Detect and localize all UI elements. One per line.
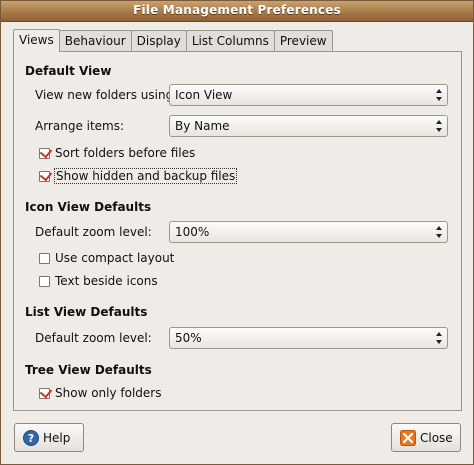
view-new-folders-select[interactable]: Icon View bbox=[169, 84, 448, 106]
window-title: File Management Preferences bbox=[133, 3, 341, 17]
close-label: Close bbox=[420, 430, 453, 445]
sort-folders-label: Sort folders before files bbox=[55, 146, 196, 160]
list-zoom-select[interactable]: 50% bbox=[169, 327, 448, 349]
text-beside-icons-label: Text beside icons bbox=[55, 274, 158, 288]
icon-zoom-label: Default zoom level: bbox=[35, 225, 152, 239]
icon-zoom-select[interactable]: 100% bbox=[169, 221, 448, 243]
help-button[interactable]: ? Help bbox=[14, 423, 84, 452]
icon-view-heading: Icon View Defaults bbox=[25, 200, 152, 214]
svg-text:?: ? bbox=[28, 432, 34, 445]
arrange-items-value: By Name bbox=[175, 119, 230, 133]
checkbox-icon bbox=[39, 275, 50, 287]
view-new-folders-label: View new folders using: bbox=[35, 88, 178, 102]
combo-arrows-icon bbox=[436, 120, 442, 132]
help-label: Help bbox=[43, 430, 71, 445]
preferences-window: File Management Preferences Views Behavi… bbox=[0, 0, 474, 465]
compact-layout-label: Use compact layout bbox=[55, 251, 175, 265]
combo-arrows-icon bbox=[436, 332, 442, 344]
icon-zoom-value: 100% bbox=[175, 225, 210, 239]
text-beside-icons-checkbox[interactable]: Text beside icons bbox=[39, 273, 158, 289]
show-only-folders-checkbox[interactable]: Show only folders bbox=[39, 385, 161, 401]
views-tab-panel: Default View View new folders using: Ico… bbox=[13, 51, 462, 411]
show-hidden-checkbox[interactable]: Show hidden and backup files bbox=[39, 168, 238, 184]
tab-list-columns[interactable]: List Columns bbox=[185, 30, 275, 51]
list-zoom-value: 50% bbox=[175, 331, 202, 345]
checkmark-icon bbox=[39, 387, 50, 399]
close-icon bbox=[400, 429, 416, 446]
checkbox-icon bbox=[39, 252, 50, 264]
compact-layout-checkbox[interactable]: Use compact layout bbox=[39, 250, 174, 266]
tab-preview[interactable]: Preview bbox=[273, 30, 333, 51]
show-hidden-label: Show hidden and backup files bbox=[53, 168, 238, 184]
arrange-items-select[interactable]: By Name bbox=[169, 115, 448, 137]
arrange-items-label: Arrange items: bbox=[35, 119, 125, 133]
help-icon: ? bbox=[23, 429, 39, 446]
checkmark-icon bbox=[39, 170, 50, 182]
show-only-folders-label: Show only folders bbox=[55, 386, 162, 400]
view-new-folders-value: Icon View bbox=[175, 88, 233, 102]
tree-view-heading: Tree View Defaults bbox=[25, 363, 152, 377]
title-bar[interactable]: File Management Preferences bbox=[1, 1, 473, 22]
combo-arrows-icon bbox=[436, 226, 442, 238]
default-view-heading: Default View bbox=[25, 64, 112, 78]
tab-bar: Views Behaviour Display List Columns Pre… bbox=[13, 29, 333, 52]
sort-folders-checkbox[interactable]: Sort folders before files bbox=[39, 145, 195, 161]
combo-arrows-icon bbox=[436, 89, 442, 101]
tab-display[interactable]: Display bbox=[130, 30, 187, 51]
close-button[interactable]: Close bbox=[391, 423, 461, 452]
checkmark-icon bbox=[39, 147, 50, 159]
tab-views[interactable]: Views bbox=[13, 29, 60, 52]
list-view-heading: List View Defaults bbox=[25, 305, 148, 319]
list-zoom-label: Default zoom level: bbox=[35, 331, 152, 345]
tab-behaviour[interactable]: Behaviour bbox=[58, 30, 132, 51]
